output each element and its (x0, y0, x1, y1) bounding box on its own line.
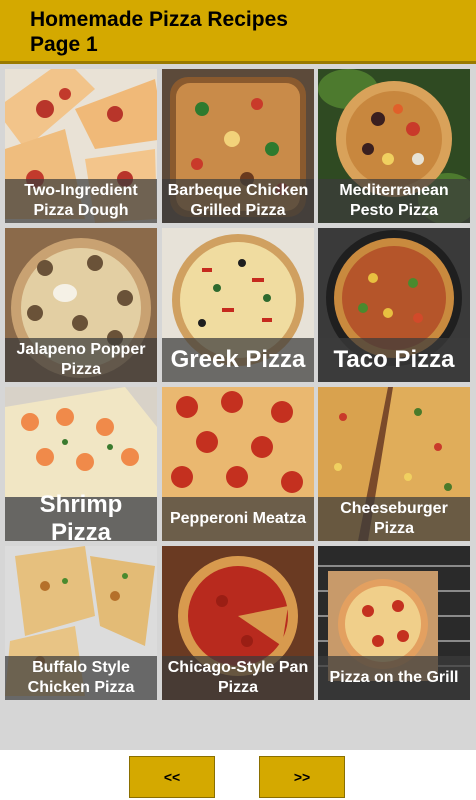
recipe-label-band: Greek Pizza (162, 338, 314, 382)
recipe-label-band: Buffalo Style Chicken Pizza (5, 656, 157, 700)
next-page-button[interactable]: >> (259, 756, 345, 798)
recipe-tile[interactable]: Barbeque Chicken Grilled Pizza (162, 69, 314, 223)
recipe-tile[interactable]: Buffalo Style Chicken Pizza (5, 546, 157, 700)
recipe-tile[interactable]: Two-Ingredient Pizza Dough (5, 69, 157, 223)
recipe-label: Jalapeno Popper Pizza (16, 341, 146, 378)
pagination-bar: << >> (0, 750, 476, 800)
recipe-tile[interactable]: Cheeseburger Pizza (318, 387, 470, 541)
recipe-label-band: Pepperoni Meatza (162, 497, 314, 541)
recipe-label: Two-Ingredient Pizza Dough (24, 182, 138, 219)
recipe-label-band: Mediterranean Pesto Pizza (318, 179, 470, 223)
page-title: Homemade Pizza Recipes Page 1 (30, 8, 288, 56)
recipe-label-band: Shrimp Pizza (5, 491, 157, 541)
recipe-label-band: Pizza on the Grill (318, 656, 470, 700)
previous-page-button[interactable]: << (129, 756, 215, 798)
recipe-tile[interactable]: Pepperoni Meatza (162, 387, 314, 541)
recipe-label: Barbeque Chicken Grilled Pizza (167, 182, 309, 219)
recipe-label-band: Taco Pizza (318, 338, 470, 382)
app-header: Homemade Pizza Recipes Page 1 (0, 0, 476, 64)
recipe-label-band: Two-Ingredient Pizza Dough (5, 179, 157, 223)
recipe-label-band: Barbeque Chicken Grilled Pizza (162, 179, 314, 223)
recipe-label: Greek Pizza (170, 346, 306, 373)
recipe-tile[interactable]: Greek Pizza (162, 228, 314, 382)
recipe-tile[interactable]: Jalapeno Popper Pizza (5, 228, 157, 382)
recipe-label: Mediterranean Pesto Pizza (339, 182, 449, 219)
recipe-label: Pepperoni Meatza (169, 510, 307, 527)
recipe-tile[interactable]: Chicago-Style Pan Pizza (162, 546, 314, 700)
recipe-tile[interactable]: Shrimp Pizza (5, 387, 157, 541)
recipe-label: Taco Pizza (333, 346, 455, 373)
recipe-label: Cheeseburger Pizza (340, 500, 448, 537)
recipe-tile[interactable]: Pizza on the Grill (318, 546, 470, 700)
recipe-label: Shrimp Pizza (39, 491, 123, 541)
recipe-tile[interactable]: Taco Pizza (318, 228, 470, 382)
recipe-label: Buffalo Style Chicken Pizza (27, 659, 135, 696)
recipe-label-band: Jalapeno Popper Pizza (5, 338, 157, 382)
recipe-label-band: Chicago-Style Pan Pizza (162, 656, 314, 700)
recipe-tile[interactable]: Mediterranean Pesto Pizza (318, 69, 470, 223)
recipe-label: Pizza on the Grill (329, 669, 459, 686)
recipe-label: Chicago-Style Pan Pizza (167, 659, 309, 696)
recipe-grid: Two-Ingredient Pizza Dough Barbeque Chic… (0, 64, 476, 750)
recipe-label-band: Cheeseburger Pizza (318, 497, 470, 541)
